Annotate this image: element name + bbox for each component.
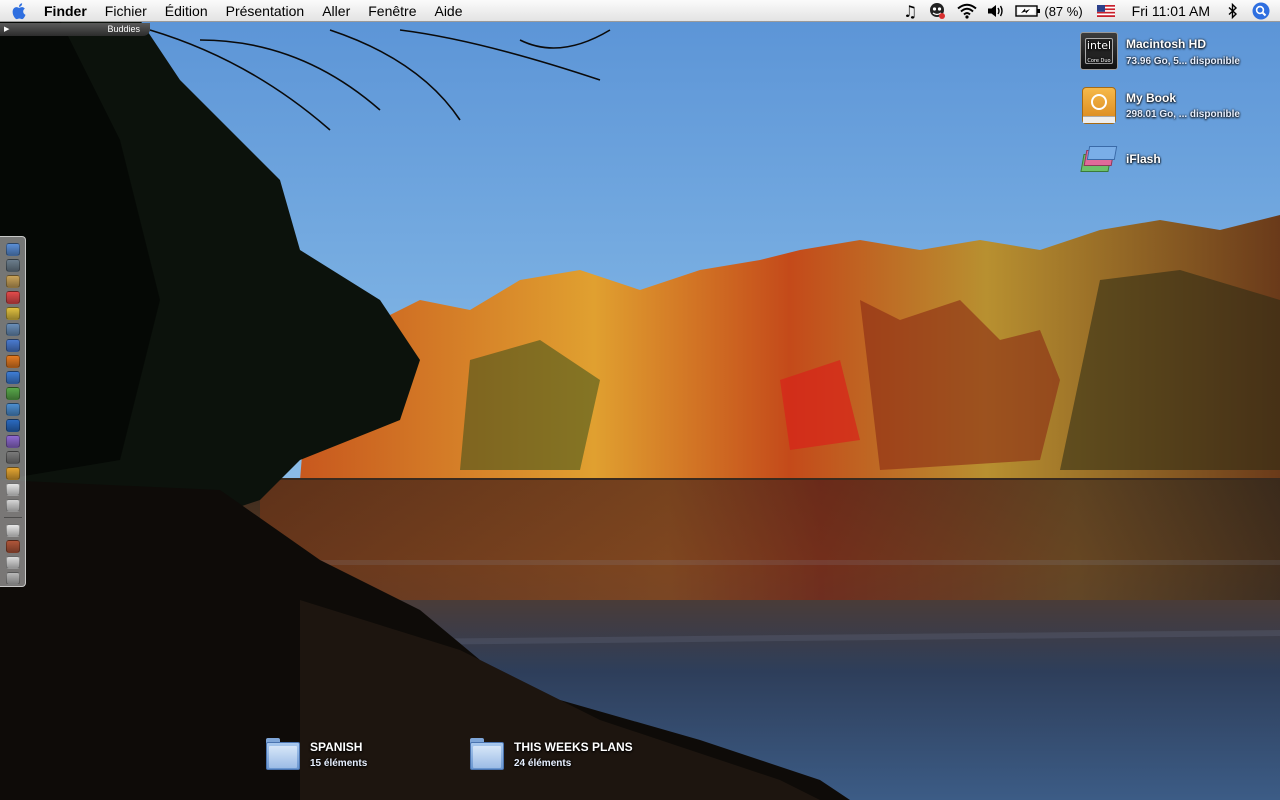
menu-clock[interactable]: Fri 11:01 AM [1124,0,1220,22]
battery-icon [1015,5,1041,17]
dock-tools-icon[interactable] [5,306,20,320]
bluetooth-menu-button[interactable] [1220,0,1246,22]
menu-fichier[interactable]: Fichier [96,0,156,22]
dock-network-icon[interactable] [5,258,20,272]
hard-drive-icon: intel Core Duo [1080,32,1118,70]
dock-document-icon[interactable] [5,523,20,537]
folder-this-weeks-plans[interactable]: THIS WEEKS PLANS 24 éléments [469,734,669,774]
user-status-icon [930,3,946,19]
folder-info: 15 éléments [310,758,368,769]
menu-edition[interactable]: Édition [156,0,217,22]
volume-my-book[interactable]: My Book 298.01 Go, ... disponible [1080,86,1270,128]
volume-name: iFlash [1126,152,1161,166]
menu-aide[interactable]: Aide [425,0,471,22]
volume-macintosh-hd[interactable]: intel Core Duo Macintosh HD 73.96 Go, 5..… [1080,32,1270,74]
dock-trash-icon[interactable] [5,571,20,585]
wifi-menu-button[interactable] [952,0,982,22]
spotlight-icon [1252,2,1270,20]
dock-folder-icon[interactable] [5,539,20,553]
dock-photo-icon[interactable] [5,322,20,336]
wifi-icon [957,3,978,19]
volume-name: My Book [1126,91,1177,105]
folder-icon [469,736,505,770]
volume-iflash[interactable]: iFlash [1080,142,1270,178]
music-note-icon: ♫ [903,1,918,21]
folder-icon [265,736,301,770]
folder-name: THIS WEEKS PLANS [514,740,633,754]
us-flag-icon [1096,5,1115,17]
dock-quicktime-icon[interactable] [5,418,20,432]
menu-aller[interactable]: Aller [313,0,359,22]
menu-app-finder[interactable]: Finder [40,0,96,22]
dock-separator [3,517,22,518]
dock-firefox-icon[interactable] [5,354,20,368]
folder-name: SPANISH [310,740,363,754]
external-drive-icon [1082,87,1116,124]
flash-drive-icon [1080,146,1118,176]
menu-bar: Finder Fichier Édition Présentation Alle… [0,0,1280,22]
bluetooth-icon [1228,3,1238,19]
battery-menu-button[interactable]: (87 %) [1010,0,1087,22]
dock [0,236,26,587]
volume-info: 298.01 Go, ... disponible [1126,109,1240,120]
input-menu-button[interactable] [1088,0,1124,22]
folder-spanish[interactable]: SPANISH 15 éléments [265,734,445,774]
dock-safari-icon[interactable] [5,338,20,352]
menu-fenetre[interactable]: Fenêtre [359,0,425,22]
buddies-label: Buddies [107,24,140,34]
user-status-button[interactable] [922,0,952,22]
dock-itunes-icon[interactable] [5,402,20,416]
dock-apps [5,241,20,513]
disclosure-triangle-icon: ▶ [4,26,10,33]
dock-calendar-icon[interactable] [5,290,20,304]
apple-menu-button[interactable] [0,0,40,22]
battery-percent: (87 %) [1044,3,1083,19]
spotlight-button[interactable] [1246,0,1280,22]
dock-finder-icon[interactable] [5,242,20,256]
dock-sync-icon[interactable] [5,370,20,384]
menu-extras: ♫ (87 %) Fri 11:01 AM [898,0,1280,22]
apple-icon [12,2,26,19]
folder-info: 24 éléments [514,758,572,769]
dock-preview-icon[interactable] [5,482,20,496]
music-menu-button[interactable]: ♫ [898,0,922,22]
dock-money-icon[interactable] [5,466,20,480]
menu-presentation[interactable]: Présentation [217,0,314,22]
dock-printer-icon[interactable] [5,555,20,569]
buddies-tab[interactable]: ▶ Buddies [0,23,150,36]
dock-ichat-icon[interactable] [5,386,20,400]
dock-book-icon[interactable] [5,274,20,288]
volume-name: Macintosh HD [1126,37,1207,51]
volume-menu-button[interactable] [982,0,1010,22]
volume-info: 73.96 Go, 5... disponible [1126,56,1240,67]
dock-utility-icon[interactable] [5,450,20,464]
dock-mail-icon[interactable] [5,498,20,512]
dock-documents [5,522,20,586]
dock-system-icon[interactable] [5,434,20,448]
volume-icon [988,5,1004,17]
